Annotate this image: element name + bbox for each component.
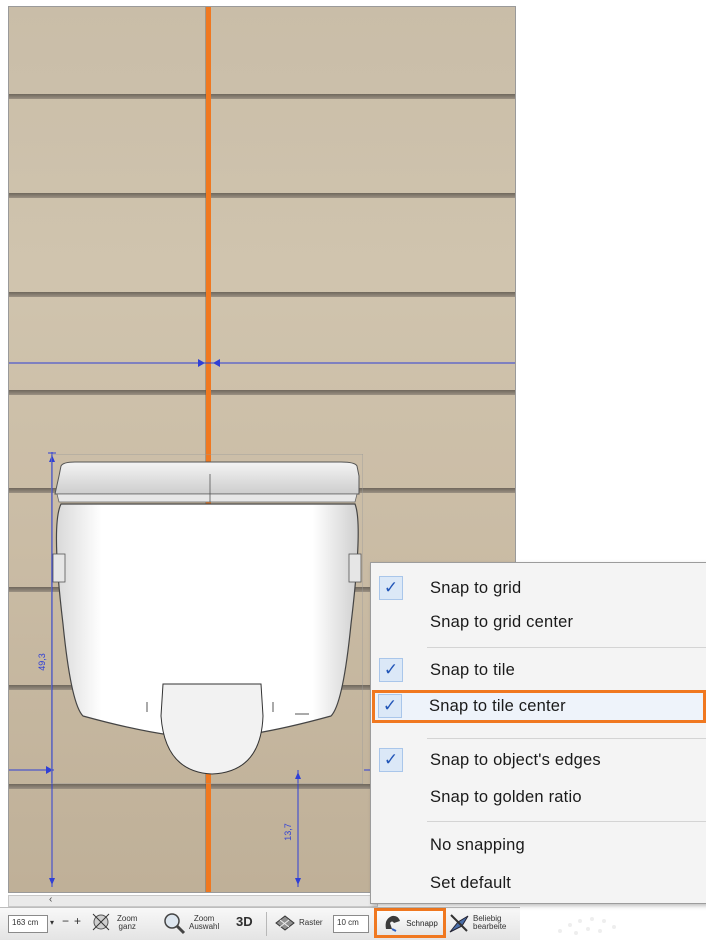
check-icon: ✓ (379, 748, 403, 772)
dimension-label-height: 49,3 (36, 653, 47, 671)
menu-item-label: Snap to grid center (430, 613, 574, 631)
menu-item-label: Snap to tile center (429, 697, 566, 715)
menu-item-label: Snap to grid (430, 579, 522, 597)
menu-item-no-snapping[interactable]: No snapping (375, 830, 705, 860)
menu-item-label: No snapping (430, 836, 525, 854)
check-icon: ✓ (378, 694, 402, 718)
menu-item-label: Snap to object's edges (430, 751, 601, 769)
grid-value-field[interactable]: 10 cm (333, 915, 369, 933)
edit-icon (449, 914, 469, 933)
snap-button[interactable]: Schnapp (374, 908, 446, 938)
width-value-field[interactable]: 163 cm (8, 915, 48, 933)
menu-separator (427, 821, 706, 822)
grid-icon (275, 915, 295, 931)
zoom-all-button[interactable]: Zoom ganz (90, 911, 137, 935)
scroll-left-arrow-icon[interactable]: ‹ (49, 894, 52, 905)
zoom-out-icon[interactable]: − (62, 915, 69, 927)
menu-separator (427, 738, 706, 739)
menu-item-snap-to-golden-ratio[interactable]: Snap to golden ratio (375, 782, 705, 812)
menu-separator (427, 647, 706, 648)
dimension-label-bottom: 13,7 (282, 823, 293, 841)
grid-label: Raster (299, 918, 323, 927)
view-3d-button[interactable]: 3D (236, 915, 253, 928)
edit-anything-button[interactable]: Beliebig bearbeite (448, 912, 506, 934)
edit-anything-label: Beliebig bearbeite (473, 914, 507, 931)
menu-item-label: Set default (430, 874, 512, 892)
check-icon: ✓ (379, 658, 403, 682)
snap-magnet-icon (385, 915, 401, 932)
menu-item-label: Snap to tile (430, 661, 515, 679)
snap-options-menu: ✓ Snap to grid Snap to grid center ✓ Sna… (370, 562, 706, 904)
zoom-selection-label: Zoom Auswahl (189, 914, 220, 931)
menu-item-snap-to-tile[interactable]: ✓ Snap to tile (375, 655, 705, 685)
menu-item-label: Snap to golden ratio (430, 788, 582, 806)
check-icon: ✓ (379, 576, 403, 600)
menu-item-snap-to-tile-center[interactable]: ✓ Snap to tile center (372, 690, 706, 723)
watermark-dots (558, 917, 616, 935)
toolbar-divider (266, 912, 267, 936)
snap-label: Schnapp (406, 918, 438, 928)
grid-button[interactable]: Raster (274, 914, 323, 932)
horizontal-scrollbar[interactable]: ‹ (8, 894, 378, 907)
menu-item-set-default[interactable]: Set default (375, 868, 705, 898)
menu-item-snap-to-object-edges[interactable]: ✓ Snap to object's edges (375, 745, 705, 775)
zoom-selection-button[interactable]: Zoom Auswahl (162, 911, 219, 935)
menu-item-snap-to-grid-center[interactable]: Snap to grid center (375, 607, 705, 637)
menu-item-snap-to-grid[interactable]: ✓ Snap to grid (375, 573, 705, 603)
toilet-object[interactable] (51, 454, 363, 784)
zoom-all-icon (92, 913, 110, 931)
dropdown-arrow-icon[interactable]: ▾ (50, 919, 54, 927)
zoom-all-label: Zoom ganz (117, 914, 138, 931)
magnifier-icon (164, 913, 186, 935)
zoom-in-icon[interactable]: + (74, 915, 81, 927)
